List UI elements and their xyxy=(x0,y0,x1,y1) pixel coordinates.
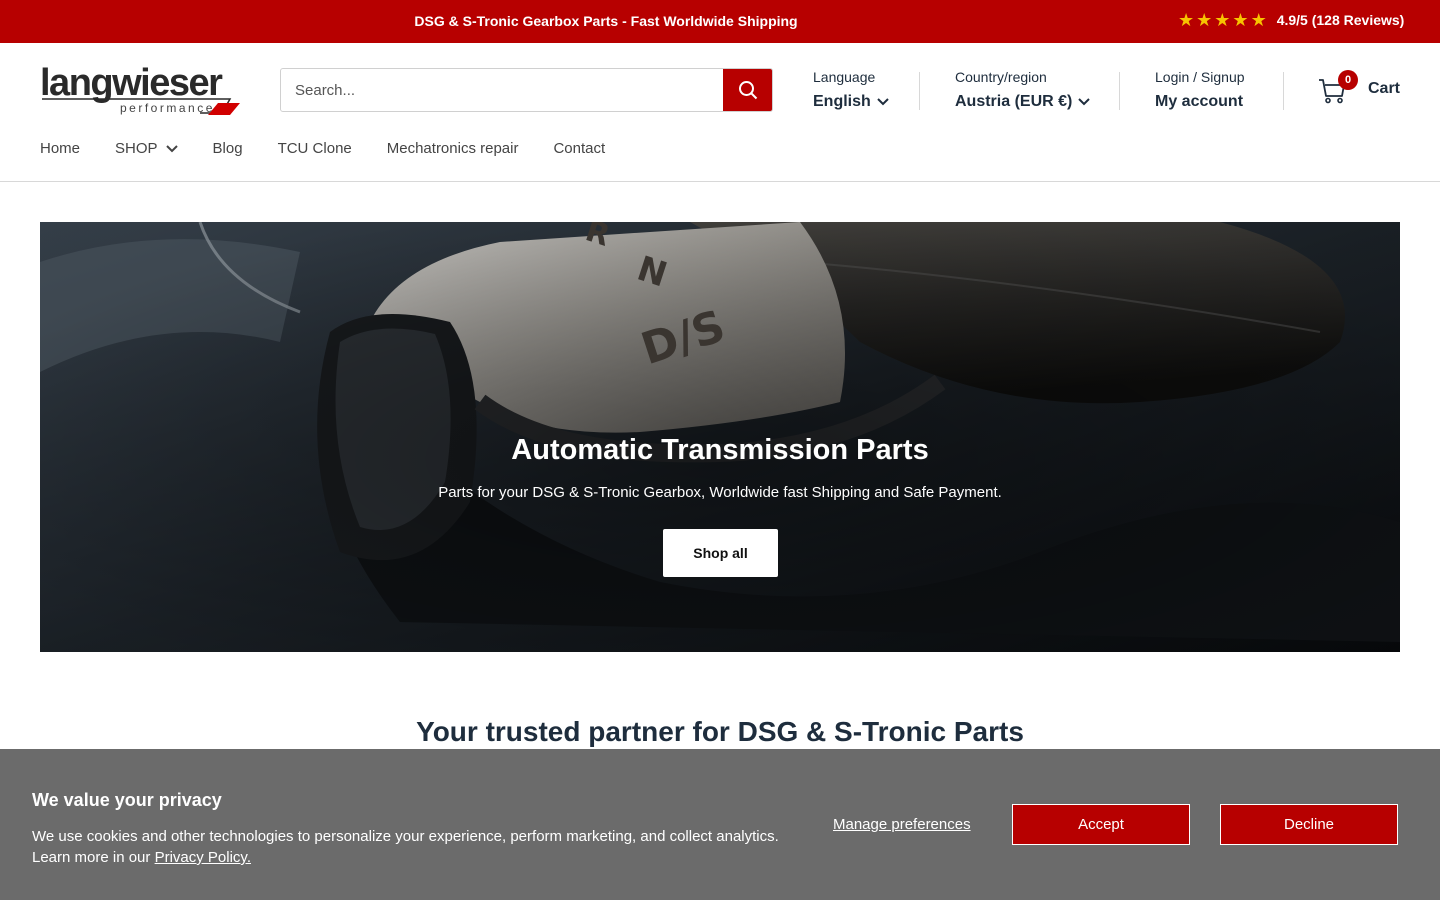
account-menu: Login / Signup My account xyxy=(1155,68,1245,112)
chevron-down-icon xyxy=(877,98,889,106)
cookie-title: We value your privacy xyxy=(32,790,222,810)
search-input[interactable] xyxy=(281,69,723,111)
nav-item-blog[interactable]: Blog xyxy=(213,140,243,157)
rating[interactable]: ★ ★ ★ ★ ★ 4.9/5 (128 Reviews) xyxy=(1178,11,1404,29)
country-selector[interactable]: Country/region Austria (EUR €) xyxy=(955,68,1091,112)
chevron-down-icon xyxy=(165,144,178,152)
logo-wordmark: langwieser xyxy=(40,62,223,104)
announcement-bar: DSG & S-Tronic Gearbox Parts - Fast Worl… xyxy=(0,0,1440,43)
announcement-text: DSG & S-Tronic Gearbox Parts - Fast Worl… xyxy=(414,13,798,29)
star-icon: ★ xyxy=(1232,10,1249,30)
language-value: English xyxy=(813,93,871,110)
cart-count-badge: 0 xyxy=(1338,70,1358,90)
cookie-text: We use cookies and other technologies to… xyxy=(32,826,792,868)
divider xyxy=(1283,72,1284,110)
nav-item-shop[interactable]: SHOP xyxy=(115,140,178,157)
language-label: Language xyxy=(813,69,876,85)
search-button[interactable] xyxy=(723,69,772,111)
search-icon xyxy=(739,81,758,100)
star-icon: ★ xyxy=(1214,10,1231,30)
search-bar xyxy=(280,68,773,112)
chevron-down-icon xyxy=(1078,98,1091,106)
decline-button[interactable]: Decline xyxy=(1220,804,1398,845)
star-icon: ★ xyxy=(1178,10,1195,30)
country-value: Austria (EUR €) xyxy=(955,93,1073,110)
nav-item-home[interactable]: Home xyxy=(40,140,80,157)
nav-item-tcu-clone[interactable]: TCU Clone xyxy=(278,140,352,157)
privacy-policy-link[interactable]: Privacy Policy. xyxy=(155,849,251,866)
star-icon: ★ xyxy=(1250,10,1267,30)
cart-button[interactable]: 0 Cart xyxy=(1318,70,1401,104)
login-signup-link[interactable]: Login / Signup xyxy=(1155,68,1245,86)
country-label: Country/region xyxy=(955,69,1047,85)
site-header: langwieser performance Language English … xyxy=(0,43,1440,182)
trust-heading: Your trusted partner for DSG & S-Tronic … xyxy=(416,716,1024,747)
nav-item-contact[interactable]: Contact xyxy=(553,140,605,157)
cart-label: Cart xyxy=(1368,80,1401,97)
main-nav: Home SHOP Blog TCU Clone Mechatronics re… xyxy=(40,140,605,157)
logo[interactable]: langwieser performance xyxy=(40,63,240,118)
language-selector[interactable]: Language English xyxy=(813,68,889,112)
nav-item-label: SHOP xyxy=(115,140,158,157)
divider xyxy=(1119,72,1120,110)
rating-stars: ★ ★ ★ ★ ★ xyxy=(1178,11,1267,29)
star-icon: ★ xyxy=(1196,10,1213,30)
hero-title: Automatic Transmission Parts xyxy=(511,434,929,466)
shop-all-button[interactable]: Shop all xyxy=(663,529,778,577)
logo-subtitle: performance xyxy=(120,101,215,115)
hero-banner: R N D/S Automatic Transmission Parts Par… xyxy=(40,222,1400,652)
hero-subtitle: Parts for your DSG & S-Tronic Gearbox, W… xyxy=(438,484,1002,501)
rating-text: 4.9/5 (128 Reviews) xyxy=(1276,12,1405,28)
accept-button[interactable]: Accept xyxy=(1012,804,1190,845)
cookie-description: We use cookies and other technologies to… xyxy=(32,828,779,866)
manage-preferences-link[interactable]: Manage preferences xyxy=(833,816,971,833)
nav-item-mechatronics-repair[interactable]: Mechatronics repair xyxy=(387,140,519,157)
divider xyxy=(919,72,920,110)
cookie-banner: We value your privacy We use cookies and… xyxy=(0,749,1440,900)
my-account-link[interactable]: My account xyxy=(1155,92,1245,112)
